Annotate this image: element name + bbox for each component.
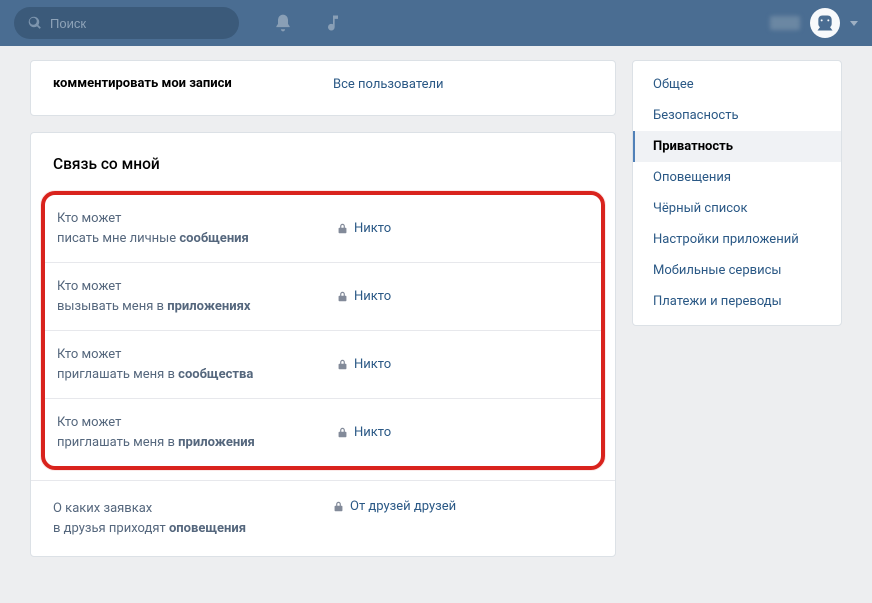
lock-icon [337, 427, 348, 438]
bell-icon[interactable] [273, 13, 293, 33]
search-icon [28, 16, 42, 30]
setting-row: Кто может приглашать меня в сообщества Н… [45, 330, 601, 398]
setting-value[interactable]: Никто [337, 425, 391, 440]
sidebar-item-privacy[interactable]: Приватность [633, 131, 841, 162]
top-header [0, 0, 872, 46]
sidebar-item-payments[interactable]: Платежи и переводы [633, 286, 841, 317]
chevron-down-icon [850, 21, 858, 26]
setting-row: Кто может приглашать меня в приложения Н… [45, 398, 601, 466]
setting-label: Кто может вызывать меня в приложениях [57, 277, 337, 316]
sidebar: Общее Безопасность Приватность Оповещени… [632, 60, 842, 573]
setting-value[interactable]: От друзей друзей [333, 499, 456, 514]
header-icons [273, 13, 343, 33]
sidebar-item-blocklist[interactable]: Чёрный список [633, 193, 841, 224]
sidebar-item-notifications[interactable]: Оповещения [633, 162, 841, 193]
top-label: комментировать мои записи [53, 75, 333, 93]
card-top: комментировать мои записи Все пользовате… [30, 60, 616, 116]
setting-row: Кто может писать мне личные сообщения Ни… [45, 195, 601, 262]
search-box[interactable] [14, 7, 239, 39]
music-icon[interactable] [323, 13, 343, 33]
avatar [810, 8, 840, 38]
setting-value[interactable]: Никто [337, 221, 391, 236]
setting-label: Кто может приглашать меня в приложения [57, 413, 337, 452]
user-name [770, 16, 800, 30]
lock-icon [337, 359, 348, 370]
top-value[interactable]: Все пользователи [333, 75, 444, 93]
highlight-box: Кто может писать мне личные сообщения Ни… [41, 191, 605, 470]
setting-value[interactable]: Никто [337, 289, 391, 304]
sidebar-item-mobile[interactable]: Мобильные сервисы [633, 255, 841, 286]
sidebar-item-security[interactable]: Безопасность [633, 100, 841, 131]
sidebar-item-general[interactable]: Общее [633, 69, 841, 100]
setting-label: Кто может приглашать меня в сообщества [57, 345, 337, 384]
setting-label: О каких заявках в друзья приходят оповещ… [53, 499, 333, 538]
search-input[interactable] [50, 16, 225, 31]
lock-icon [337, 291, 348, 302]
setting-row: О каких заявках в друзья приходят оповещ… [31, 480, 615, 556]
setting-row: Кто может вызывать меня в приложениях Ни… [45, 262, 601, 330]
setting-value[interactable]: Никто [337, 357, 391, 372]
user-menu[interactable] [770, 8, 858, 38]
lock-icon [333, 501, 344, 512]
card-contact: Связь со мной Кто может писать мне личны… [30, 132, 616, 557]
sidebar-item-app-settings[interactable]: Настройки приложений [633, 224, 841, 255]
section-title: Связь со мной [31, 133, 615, 191]
lock-icon [337, 223, 348, 234]
setting-label: Кто может писать мне личные сообщения [57, 209, 337, 248]
